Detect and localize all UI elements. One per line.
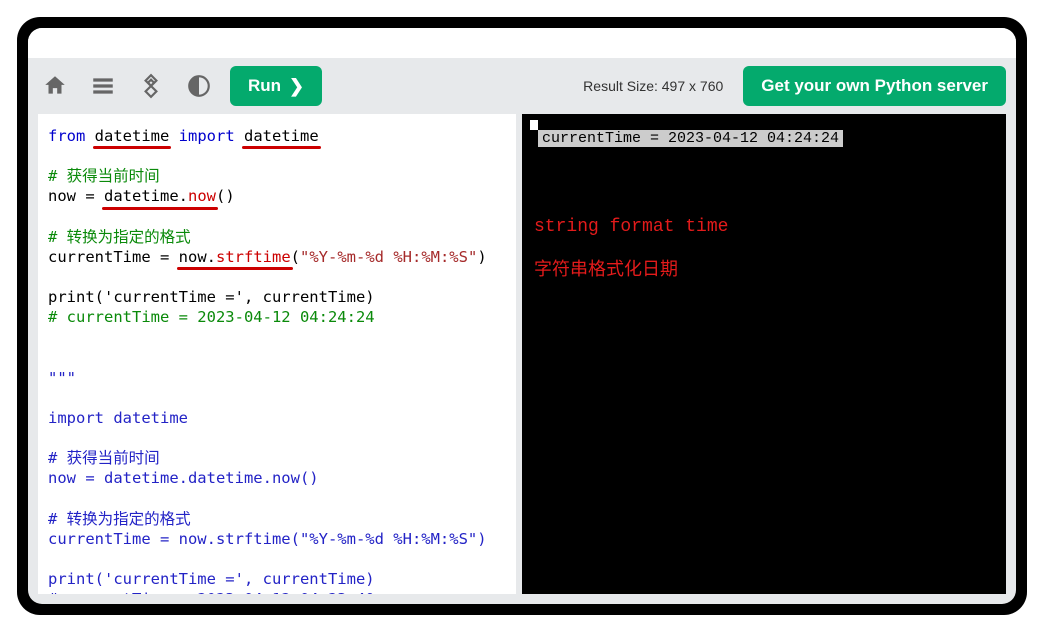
- annotation-1: string format time: [534, 217, 994, 237]
- code-content: from datetime import datetime # 获得当前时间 n…: [48, 126, 508, 594]
- annotation-2: 字符串格式化日期: [534, 255, 994, 281]
- code-editor[interactable]: from datetime import datetime # 获得当前时间 n…: [38, 114, 516, 594]
- panes: from datetime import datetime # 获得当前时间 n…: [28, 114, 1016, 604]
- output-pane: currentTime = 2023-04-12 04:24:24 string…: [522, 114, 1006, 594]
- output-line: currentTime = 2023-04-12 04:24:24: [538, 130, 843, 147]
- get-server-label: Get your own Python server: [761, 76, 988, 96]
- result-size-label: Result Size: 497 x 760: [583, 78, 723, 94]
- browser-top-bar: [28, 28, 1016, 58]
- run-button[interactable]: Run ❯: [230, 66, 322, 106]
- toolbar: Run ❯ Result Size: 497 x 760 Get your ow…: [28, 58, 1016, 114]
- chevron-right-icon: ❯: [289, 77, 304, 95]
- output-annotations: string format time 字符串格式化日期: [534, 217, 994, 281]
- rotate-icon[interactable]: [134, 69, 168, 103]
- theme-icon[interactable]: [182, 69, 216, 103]
- menu-icon[interactable]: [86, 69, 120, 103]
- cursor-icon: [530, 120, 538, 130]
- run-button-label: Run: [248, 76, 281, 96]
- device-frame: Run ❯ Result Size: 497 x 760 Get your ow…: [18, 18, 1026, 614]
- get-server-button[interactable]: Get your own Python server: [743, 66, 1006, 106]
- home-icon[interactable]: [38, 69, 72, 103]
- screen: Run ❯ Result Size: 497 x 760 Get your ow…: [28, 28, 1016, 604]
